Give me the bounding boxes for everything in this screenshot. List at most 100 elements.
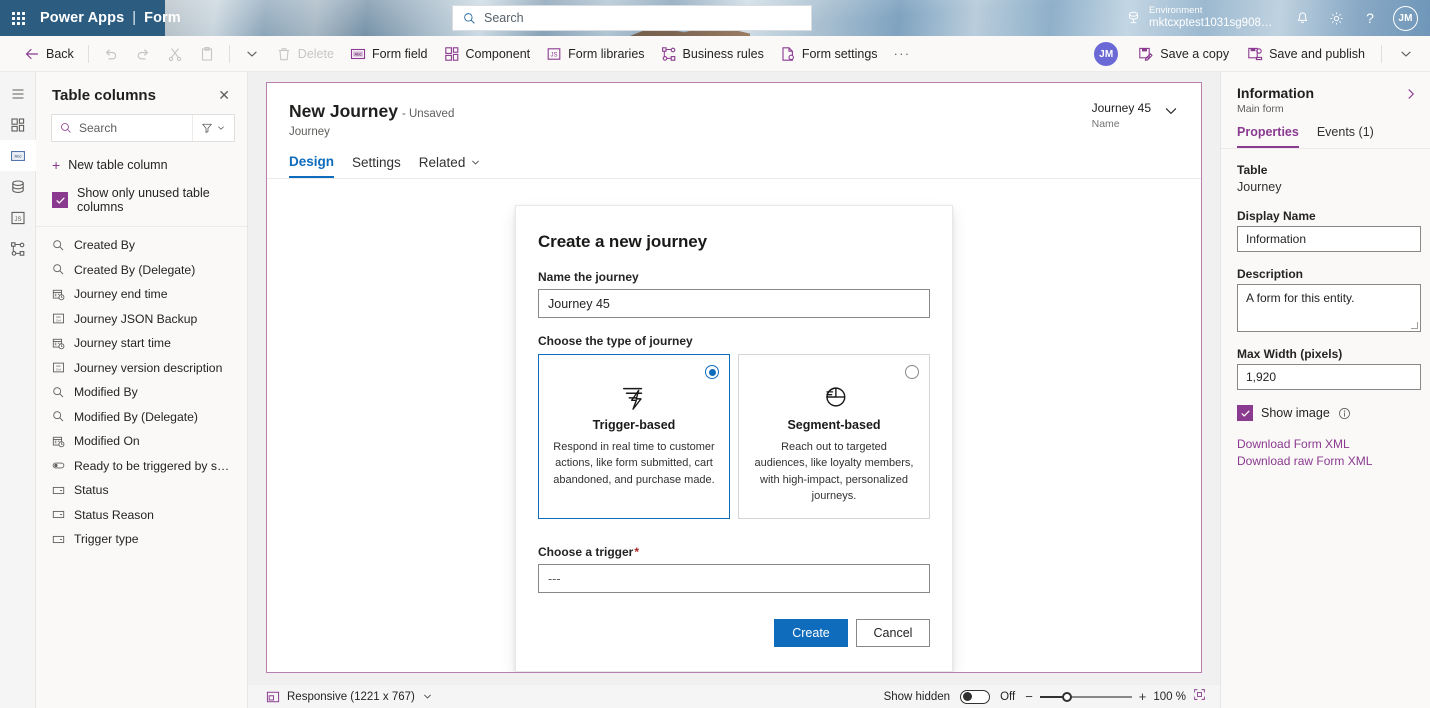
sidebar-item-data-sources[interactable]: [0, 171, 36, 202]
list-item-label: Created By: [74, 238, 135, 253]
global-search-input[interactable]: Search: [452, 5, 812, 31]
download-form-xml-link[interactable]: Download Form XML: [1237, 437, 1420, 451]
new-table-column-button[interactable]: + New table column: [36, 152, 247, 178]
panel-header: Table columns ✕: [36, 72, 247, 114]
record-selector[interactable]: Journey 45 Name: [1092, 101, 1179, 130]
journey-type-card-trigger-based[interactable]: Trigger-based Respond in real time to cu…: [538, 354, 730, 520]
user-avatar[interactable]: JM: [1393, 5, 1418, 31]
svg-text:Def: Def: [56, 368, 61, 372]
download-raw-form-xml-link[interactable]: Download raw Form XML: [1237, 454, 1420, 468]
info-icon[interactable]: [1338, 407, 1351, 420]
show-only-unused-checkbox[interactable]: Show only unused table columns: [36, 178, 247, 227]
undo-button[interactable]: [95, 39, 127, 69]
show-image-checkbox[interactable]: Show image: [1237, 405, 1420, 421]
list-item[interactable]: Abc Def Journey version description: [36, 356, 247, 381]
delete-button[interactable]: Delete: [268, 39, 342, 69]
components-icon: [10, 117, 24, 132]
zoom-slider[interactable]: [1039, 691, 1132, 703]
fit-to-screen-icon[interactable]: [1193, 688, 1206, 706]
overflow-menu-button[interactable]: ···: [886, 39, 919, 69]
save-a-copy-button[interactable]: Save a copy: [1130, 39, 1237, 69]
expand-panel-chevron-right-icon[interactable]: [1404, 85, 1418, 106]
slider-thumb[interactable]: [1061, 691, 1072, 702]
list-item[interactable]: Journey end time: [36, 282, 247, 307]
list-item[interactable]: Status: [36, 478, 247, 503]
show-hidden-toggle[interactable]: [960, 689, 991, 704]
form-field-button[interactable]: Abc Form field: [342, 39, 436, 69]
zoom-in-button[interactable]: +: [1139, 690, 1147, 703]
tab-properties[interactable]: Properties: [1237, 125, 1299, 148]
search-icon: [61, 123, 71, 133]
form-settings-button[interactable]: Form settings: [772, 39, 886, 69]
create-button[interactable]: Create: [774, 619, 848, 648]
settings-gear-icon[interactable]: [1319, 0, 1353, 36]
notifications-bell-icon[interactable]: [1285, 0, 1319, 36]
save-and-publish-button[interactable]: Save and publish: [1239, 39, 1373, 69]
paste-options-chevron[interactable]: [236, 39, 268, 69]
cancel-button[interactable]: Cancel: [856, 619, 930, 648]
divider-2: [228, 44, 230, 63]
help-icon[interactable]: ?: [1353, 0, 1387, 36]
trigger-label-text: Choose a trigger: [538, 545, 634, 560]
sidebar-item-form-libraries[interactable]: JS: [0, 202, 36, 233]
redo-button[interactable]: [127, 39, 159, 69]
redo-icon: [137, 48, 148, 59]
tab-events[interactable]: Events (1): [1317, 125, 1374, 148]
paste-button[interactable]: [191, 39, 223, 69]
form-libraries-button[interactable]: JS Form libraries: [538, 39, 652, 69]
environment-selector[interactable]: Environment mktcxptest1031sg908m...: [1124, 4, 1285, 30]
business-rules-button[interactable]: Business rules: [653, 39, 772, 69]
datetime-icon: [52, 337, 65, 350]
zoom-out-button[interactable]: −: [1025, 690, 1033, 703]
back-button[interactable]: Back: [16, 39, 82, 69]
tab-settings[interactable]: Settings: [352, 155, 401, 177]
list-item[interactable]: Created By (Delegate): [36, 258, 247, 283]
description-textarea[interactable]: A form for this entity.: [1237, 284, 1421, 332]
display-name-input[interactable]: Information: [1237, 226, 1421, 252]
list-item-label: Ready to be triggered by segment r...: [74, 458, 235, 473]
trigger-select[interactable]: ---: [538, 564, 930, 594]
filter-button[interactable]: [192, 115, 234, 141]
list-item[interactable]: Journey start time: [36, 331, 247, 356]
radio-segment-based[interactable]: [905, 365, 919, 379]
list-item[interactable]: Status Reason: [36, 503, 247, 528]
tab-design[interactable]: Design: [289, 154, 335, 178]
journey-type-card-segment-based[interactable]: Segment-based Reach out to targeted audi…: [738, 354, 930, 520]
trigger-value: ---: [548, 571, 561, 586]
journey-type-cards: Trigger-based Respond in real time to cu…: [538, 354, 930, 520]
sidebar-item-business-rules[interactable]: [0, 233, 36, 264]
chevron-down-icon[interactable]: [1163, 101, 1179, 124]
list-item[interactable]: Modified By: [36, 380, 247, 405]
undo-icon: [105, 48, 117, 59]
svg-text:Abc: Abc: [14, 153, 21, 158]
sidebar-item-components[interactable]: [0, 109, 36, 140]
list-item[interactable]: Abc Def Journey JSON Backup: [36, 307, 247, 332]
list-item[interactable]: Created By: [36, 233, 247, 258]
journey-name-input[interactable]: Journey 45: [538, 289, 930, 318]
save-options-chevron[interactable]: [1390, 39, 1422, 69]
list-item[interactable]: Ready to be triggered by segment r...: [36, 454, 247, 479]
search-input[interactable]: Search: [52, 121, 192, 135]
sidebar-item-table-columns[interactable]: Abc: [0, 140, 36, 171]
datetime-icon: [52, 288, 65, 301]
radio-trigger-based[interactable]: [705, 365, 719, 379]
environment-icon: [1129, 12, 1138, 24]
max-width-input[interactable]: 1,920: [1237, 364, 1421, 390]
environment-label: Environment: [1149, 4, 1203, 16]
list-item[interactable]: Trigger type: [36, 527, 247, 552]
close-icon[interactable]: ✕: [215, 86, 233, 104]
cut-button[interactable]: [159, 39, 191, 69]
list-item[interactable]: Modified On: [36, 429, 247, 454]
trash-icon: [278, 47, 289, 60]
save-publish-icon: [1248, 47, 1263, 61]
list-item-label: Journey JSON Backup: [74, 311, 198, 326]
datetime-icon: [52, 435, 65, 448]
app-launcher-icon[interactable]: [0, 0, 36, 36]
command-bar-avatar[interactable]: JM: [1094, 42, 1119, 66]
sidebar-item-hamburger[interactable]: [0, 78, 36, 109]
tab-related[interactable]: Related: [419, 155, 482, 177]
responsive-size-selector[interactable]: Responsive (1221 x 767): [266, 690, 433, 704]
brand-title[interactable]: Power Apps | Form: [40, 10, 181, 26]
list-item[interactable]: Modified By (Delegate): [36, 405, 247, 430]
component-button[interactable]: Component: [436, 39, 539, 69]
